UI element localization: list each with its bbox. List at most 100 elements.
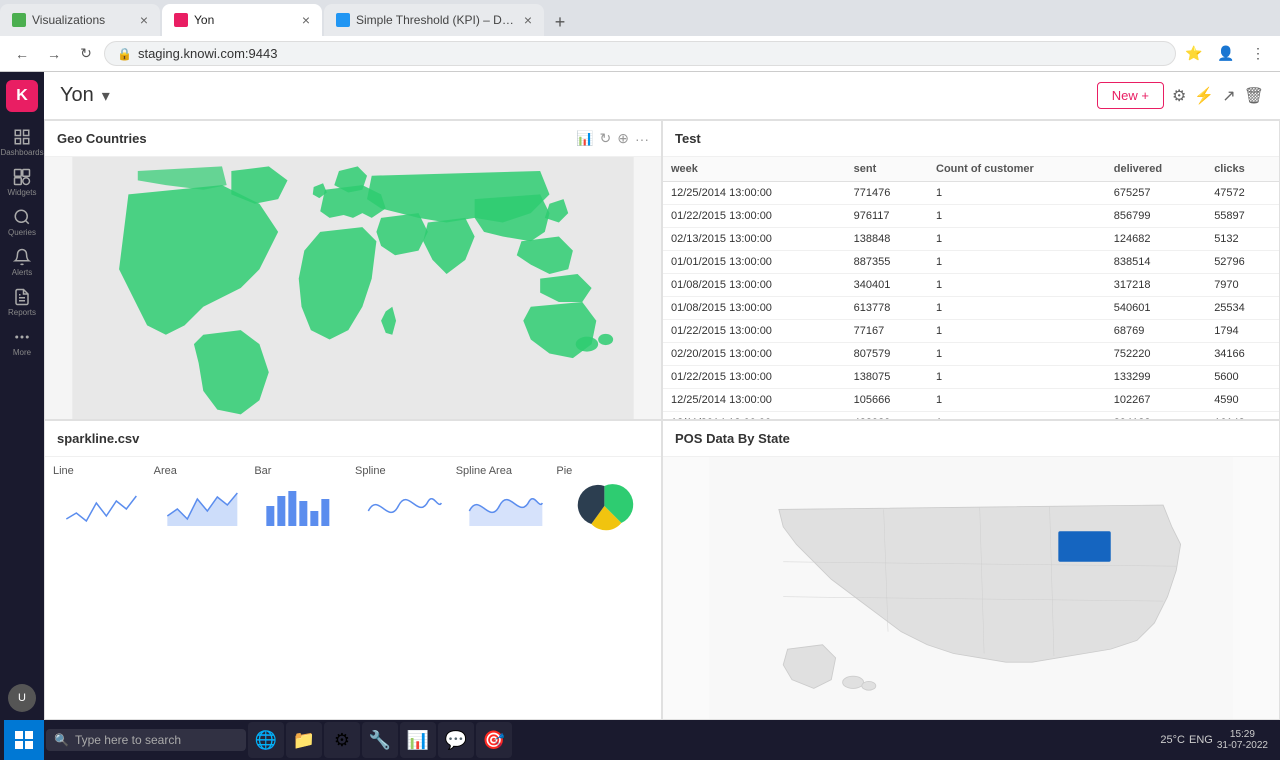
sparkline-chart-spline: [355, 481, 452, 531]
table-row: 01/22/2015 13:00:0013807511332995600: [663, 366, 1279, 389]
col-delivered: delivered: [1106, 157, 1206, 182]
taskbar-date: 31-07-2022: [1217, 740, 1268, 751]
new-tab-button[interactable]: +: [546, 8, 574, 36]
tab-favicon-yon: [174, 13, 188, 27]
usa-map-svg: [663, 457, 1279, 719]
world-map-svg: [45, 157, 661, 419]
sidebar-item-dashboards-label: Dashboards: [0, 148, 43, 157]
col-week: week: [663, 157, 846, 182]
table-row: 12/25/2014 13:00:00771476167525747572: [663, 182, 1279, 205]
sparkline-chart-bar: [254, 481, 351, 531]
address-text: staging.knowi.com:9443: [138, 46, 1163, 61]
title-dropdown-icon[interactable]: ▾: [102, 86, 110, 106]
forward-button[interactable]: →: [40, 40, 68, 68]
back-button[interactable]: ←: [8, 40, 36, 68]
table-row: 02/20/2015 13:00:00807579175222034166: [663, 343, 1279, 366]
taskbar-app-2[interactable]: 📁: [286, 722, 322, 758]
dashboard-grid: Geo Countries 📊 ↻ ⊕ ···: [44, 120, 1280, 720]
sidebar-item-reports[interactable]: Reports: [4, 284, 40, 320]
taskbar-lang: ENG: [1189, 734, 1213, 746]
sidebar: K Dashboards Widgets Queries Alerts Repo…: [0, 72, 44, 720]
settings-icon[interactable]: ⚙: [1172, 86, 1186, 106]
sparkline-chart-area: [154, 481, 251, 531]
sidebar-item-widgets[interactable]: Widgets: [4, 164, 40, 200]
tab-simple-threshold[interactable]: Simple Threshold (KPI) – Docum... ×: [324, 4, 544, 36]
sidebar-item-alerts[interactable]: Alerts: [4, 244, 40, 280]
share-icon[interactable]: ↗: [1222, 86, 1235, 106]
sparkline-item-spline: Spline: [355, 465, 452, 531]
sparkline-label-spline: Spline: [355, 465, 386, 477]
sidebar-item-more-label: More: [13, 348, 31, 357]
user-avatar[interactable]: U: [8, 684, 36, 712]
taskbar-search[interactable]: 🔍 Type here to search: [46, 729, 246, 751]
taskbar-app-4[interactable]: 🔧: [362, 722, 398, 758]
taskbar-time: 15:29 31-07-2022: [1217, 729, 1268, 751]
new-button[interactable]: New +: [1097, 82, 1164, 109]
geo-filter-icon[interactable]: ⊕: [617, 130, 629, 147]
sidebar-item-dashboards[interactable]: Dashboards: [4, 124, 40, 160]
main-content: Yon ▾ New + ⚙ ⚡ ↗ 🗑 Geo Countries 📊 ↻: [44, 72, 1280, 720]
taskbar-apps: 🌐 📁 ⚙ 🔧 📊 💬 🎯: [248, 722, 1150, 758]
sparkline-label-area: Area: [154, 465, 177, 477]
taskbar-app-3[interactable]: ⚙: [324, 722, 360, 758]
address-bar-row: ← → ↻ 🔒 staging.knowi.com:9443 ⭐ 👤 ⋮: [0, 36, 1280, 72]
table-row: 02/13/2015 13:00:0013884811246825132: [663, 228, 1279, 251]
geo-panel-icons: 📊 ↻ ⊕ ···: [576, 130, 649, 147]
table-container[interactable]: week sent Count of customer delivered cl…: [663, 157, 1279, 419]
sparkline-item-bar: Bar: [254, 465, 351, 531]
search-icon: 🔍: [54, 733, 69, 747]
table-row: 01/22/2015 13:00:00771671687691794: [663, 320, 1279, 343]
taskbar-app-7[interactable]: 🎯: [476, 722, 512, 758]
table-panel-header: Test: [663, 121, 1279, 157]
sparkline-chart-spline-area: [456, 481, 553, 531]
address-field[interactable]: 🔒 staging.knowi.com:9443: [104, 41, 1176, 66]
table-row: 01/01/2015 13:00:00887355183851452796: [663, 251, 1279, 274]
taskbar-app-1[interactable]: 🌐: [248, 722, 284, 758]
taskbar-clock: 15:29: [1230, 729, 1255, 740]
geo-refresh-icon[interactable]: ↻: [600, 130, 612, 147]
app-logo[interactable]: K: [6, 80, 38, 112]
tab-visualizations[interactable]: Visualizations ×: [0, 4, 160, 36]
sparkline-label-bar: Bar: [254, 465, 271, 477]
sidebar-item-widgets-label: Widgets: [8, 188, 37, 197]
taskbar-sys: 25°C ENG 15:29 31-07-2022: [1152, 729, 1276, 751]
taskbar: 🔍 Type here to search 🌐 📁 ⚙ 🔧 📊 💬 🎯 25°C…: [0, 720, 1280, 760]
page-title: Yon: [60, 84, 94, 107]
tab-yon[interactable]: Yon ×: [162, 4, 322, 36]
header-icons: ⚙ ⚡ ↗ 🗑: [1172, 86, 1264, 106]
tab-label-visualizations: Visualizations: [32, 13, 134, 27]
sparkline-content: Line Area Bar: [45, 457, 661, 719]
tab-close-yon[interactable]: ×: [302, 12, 310, 28]
app-container: K Dashboards Widgets Queries Alerts Repo…: [0, 72, 1280, 720]
sparkline-chart-line: [53, 481, 150, 531]
pos-data-panel: POS Data By State: [662, 420, 1280, 720]
sparkline-label-pie: Pie: [556, 465, 572, 477]
start-button[interactable]: [4, 720, 44, 760]
sparkline-label-spline-area: Spline Area: [456, 465, 512, 477]
geo-map-container: [45, 157, 661, 419]
geo-more-icon[interactable]: ···: [635, 131, 649, 147]
sparkline-item-area: Area: [154, 465, 251, 531]
tab-close-threshold[interactable]: ×: [524, 12, 532, 28]
col-count-customer: Count of customer: [928, 157, 1106, 182]
col-clicks: clicks: [1206, 157, 1279, 182]
lightning-icon[interactable]: ⚡: [1194, 86, 1214, 106]
taskbar-app-5[interactable]: 📊: [400, 722, 436, 758]
sidebar-item-queries[interactable]: Queries: [4, 204, 40, 240]
geo-countries-panel: Geo Countries 📊 ↻ ⊕ ···: [44, 120, 662, 420]
tab-bar: Visualizations × Yon × Simple Threshold …: [0, 0, 1280, 36]
pos-panel-header: POS Data By State: [663, 421, 1279, 457]
sidebar-item-more[interactable]: More: [4, 324, 40, 360]
tab-label-yon: Yon: [194, 13, 296, 27]
tab-close-visualizations[interactable]: ×: [140, 12, 148, 28]
refresh-button[interactable]: ↻: [72, 40, 100, 68]
taskbar-app-6[interactable]: 💬: [438, 722, 474, 758]
taskbar-search-text: Type here to search: [75, 733, 181, 747]
profile-button[interactable]: 👤: [1212, 40, 1240, 68]
geo-panel-header: Geo Countries 📊 ↻ ⊕ ···: [45, 121, 661, 157]
geo-chart-icon[interactable]: 📊: [576, 130, 593, 147]
table-row: 01/08/2015 13:00:0034040113172187970: [663, 274, 1279, 297]
extensions-button[interactable]: ⭐: [1180, 40, 1208, 68]
menu-button[interactable]: ⋮: [1244, 40, 1272, 68]
delete-icon[interactable]: 🗑: [1244, 86, 1264, 106]
